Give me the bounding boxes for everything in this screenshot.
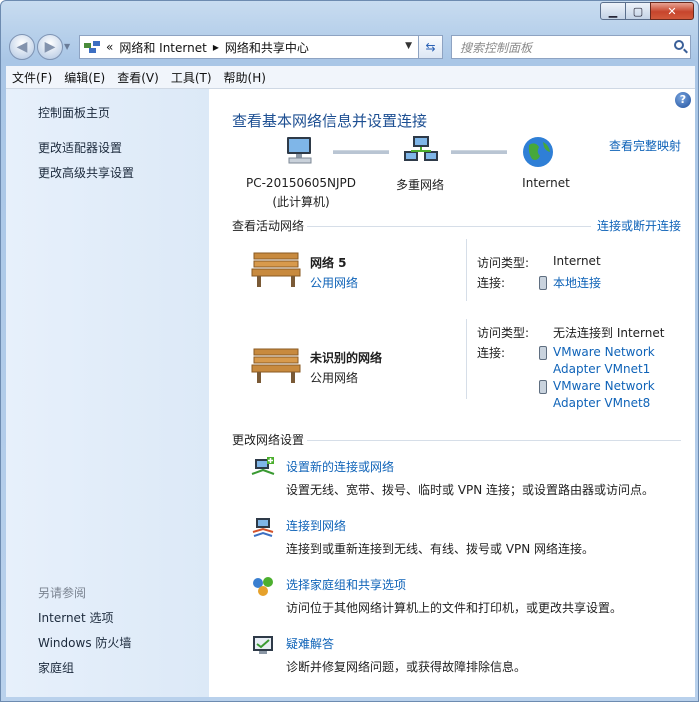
sidebar: 控制面板主页 更改适配器设置 更改高级共享设置 另请参阅 Internet 选项…	[6, 89, 209, 697]
network-1-separator	[466, 239, 467, 301]
sidebar-item-adapter-settings[interactable]: 更改适配器设置	[38, 139, 122, 156]
sidebar-item-internet-options[interactable]: Internet 选项	[38, 609, 113, 626]
title-bar: ▁ ▢ ✕	[1, 1, 699, 29]
forward-button[interactable]: ▶	[37, 34, 63, 60]
network-adapter-icon	[539, 346, 547, 360]
breadcrumb-sharing-center[interactable]: 网络和共享中心	[225, 39, 309, 56]
troubleshoot-icon	[253, 636, 273, 654]
help-icon[interactable]: ?	[675, 92, 691, 108]
network-adapter-icon	[539, 380, 547, 394]
network-1-connections-label: 连接:	[477, 276, 506, 290]
address-prefix[interactable]: «	[106, 40, 113, 54]
refresh-icon: ⇆	[425, 40, 436, 54]
network-1-category-link[interactable]: 公用网络	[310, 274, 358, 291]
search-box[interactable]: 搜索控制面板	[451, 35, 691, 59]
back-button[interactable]: ◀	[9, 34, 35, 60]
address-bar[interactable]: « 网络和 Internet ▸ 网络和共享中心 ▼	[79, 35, 419, 59]
address-dropdown-icon[interactable]: ▼	[405, 41, 412, 51]
section-divider	[307, 226, 591, 227]
network-1-name: 网络 5	[310, 256, 347, 270]
network-2-connection-link-2[interactable]: VMware Network Adapter VMnet8	[553, 378, 655, 412]
multiple-networks-label: 多重网络	[395, 178, 444, 192]
computer-name: PC-20150605NJPD	[245, 176, 356, 190]
window-frame: ▁ ▢ ✕ ◀ ▶ ▼ « 网络和 Internet ▸ 网络和共享中心 ▼ ⇆	[0, 0, 699, 702]
maximize-button[interactable]: ▢	[625, 2, 651, 20]
computer-sublabel: (此计算机)	[272, 195, 330, 209]
network-2-category: 公用网络	[310, 371, 359, 385]
computer-icon	[287, 137, 312, 164]
sidebar-control-panel-home[interactable]: 控制面板主页	[38, 104, 110, 121]
back-arrow-icon: ◀	[16, 39, 28, 55]
breadcrumb-network-internet[interactable]: 网络和 Internet	[119, 39, 206, 56]
network-1-connection-link[interactable]: 本地连接	[553, 274, 601, 291]
menu-file[interactable]: 文件(F)	[6, 69, 58, 86]
minimize-button[interactable]: ▁	[600, 2, 626, 20]
task-connect-network-desc: 连接到或重新连接到无线、有线、拨号或 VPN 网络连接。	[286, 542, 595, 556]
active-networks-heading: 查看活动网络	[232, 219, 305, 233]
network-2-access-value: 无法连接到 Internet	[553, 326, 665, 340]
internet-globe-icon	[523, 137, 553, 167]
menu-tools[interactable]: 工具(T)	[165, 69, 218, 86]
search-placeholder: 搜索控制面板	[460, 40, 533, 55]
menu-view[interactable]: 查看(V)	[111, 69, 165, 86]
page-title: 查看基本网络信息并设置连接	[232, 112, 428, 130]
menu-help[interactable]: 帮助(H)	[218, 69, 272, 86]
task-connect-network-link[interactable]: 连接到网络	[286, 517, 346, 534]
connect-disconnect-link[interactable]: 连接或断开连接	[597, 217, 681, 234]
sidebar-item-windows-firewall[interactable]: Windows 防火墙	[38, 634, 131, 651]
section-divider	[307, 440, 681, 441]
search-icon[interactable]	[674, 40, 684, 50]
see-full-map-link[interactable]: 查看完整映射	[609, 137, 681, 154]
navigation-bar: ◀ ▶ ▼ « 网络和 Internet ▸ 网络和共享中心 ▼ ⇆ 搜索控制面…	[1, 33, 699, 61]
task-homegroup-desc: 访问位于其他网络计算机上的文件和打印机，或更改共享设置。	[286, 601, 623, 615]
internet-label: Internet	[522, 176, 570, 190]
change-settings-heading: 更改网络设置	[232, 433, 305, 447]
breadcrumb-separator-icon[interactable]: ▸	[213, 40, 219, 54]
new-connection-icon	[251, 457, 275, 475]
network-2-connection-link-1[interactable]: VMware Network Adapter VMnet1	[553, 344, 655, 378]
map-link-line	[451, 150, 507, 154]
task-troubleshoot-desc: 诊断并修复网络问题，或获得故障排除信息。	[286, 660, 527, 674]
network-2-connections-label: 连接:	[477, 346, 506, 360]
menu-edit[interactable]: 编辑(E)	[58, 69, 111, 86]
see-also-heading: 另请参阅	[38, 586, 87, 600]
sidebar-item-advanced-sharing[interactable]: 更改高级共享设置	[38, 164, 134, 181]
network-folder-icon	[84, 41, 100, 53]
forward-arrow-icon: ▶	[44, 39, 56, 55]
recent-pages-chevron-icon[interactable]: ▼	[64, 42, 70, 51]
menu-bar: 文件(F) 编辑(E) 查看(V) 工具(T) 帮助(H)	[6, 66, 695, 89]
homegroup-icon	[253, 577, 273, 596]
close-button[interactable]: ✕	[650, 2, 694, 20]
main-content: ? 查看基本网络信息并设置连接 查看完整映射 PC-20150605NJPD (…	[209, 89, 695, 697]
task-setup-connection-desc: 设置无线、宽带、拨号、临时或 VPN 连接；或设置路由器或访问点。	[286, 483, 655, 497]
network-2-access-label: 访问类型:	[477, 326, 530, 340]
task-setup-connection-link[interactable]: 设置新的连接或网络	[286, 458, 394, 475]
park-bench-icon	[251, 252, 301, 287]
sidebar-item-homegroup[interactable]: 家庭组	[38, 659, 74, 676]
network-2-separator	[466, 319, 467, 399]
park-bench-icon	[251, 348, 301, 383]
network-1-access-value: Internet	[553, 254, 601, 268]
task-homegroup-link[interactable]: 选择家庭组和共享选项	[286, 576, 406, 593]
connect-network-icon	[252, 518, 274, 537]
map-link-line	[333, 150, 389, 154]
network-2-name: 未识别的网络	[310, 351, 383, 365]
window-controls: ▁ ▢ ✕	[600, 2, 694, 20]
network-1-access-label: 访问类型:	[477, 256, 530, 270]
task-troubleshoot-link[interactable]: 疑难解答	[286, 635, 334, 652]
refresh-button[interactable]: ⇆	[419, 35, 443, 59]
network-adapter-icon	[539, 276, 547, 290]
multiple-networks-icon	[404, 136, 438, 161]
